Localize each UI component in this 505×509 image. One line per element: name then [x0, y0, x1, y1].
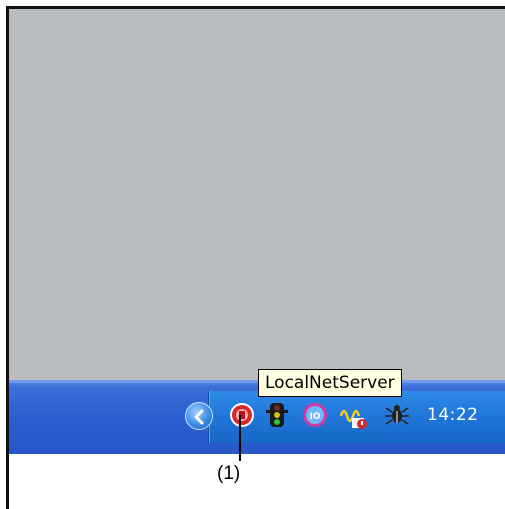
- tooltip: LocalNetServer: [258, 369, 402, 397]
- io-icon[interactable]: IO: [302, 402, 328, 428]
- callout-line: [239, 415, 241, 461]
- callout-label: (1): [217, 463, 241, 484]
- bug-icon[interactable]: [384, 402, 410, 428]
- chevron-left-icon: [194, 409, 204, 425]
- desktop-area[interactable]: [9, 9, 505, 380]
- signal-warning-icon[interactable]: [340, 402, 367, 429]
- localnetserver-icon[interactable]: [229, 402, 255, 428]
- taskbar-top-edge: [9, 380, 505, 383]
- show-hidden-icons-chevron-icon[interactable]: [185, 402, 213, 430]
- tray-clock[interactable]: 14:22: [427, 405, 479, 425]
- svg-text:IO: IO: [310, 412, 321, 422]
- traffic-light-icon[interactable]: [264, 402, 290, 428]
